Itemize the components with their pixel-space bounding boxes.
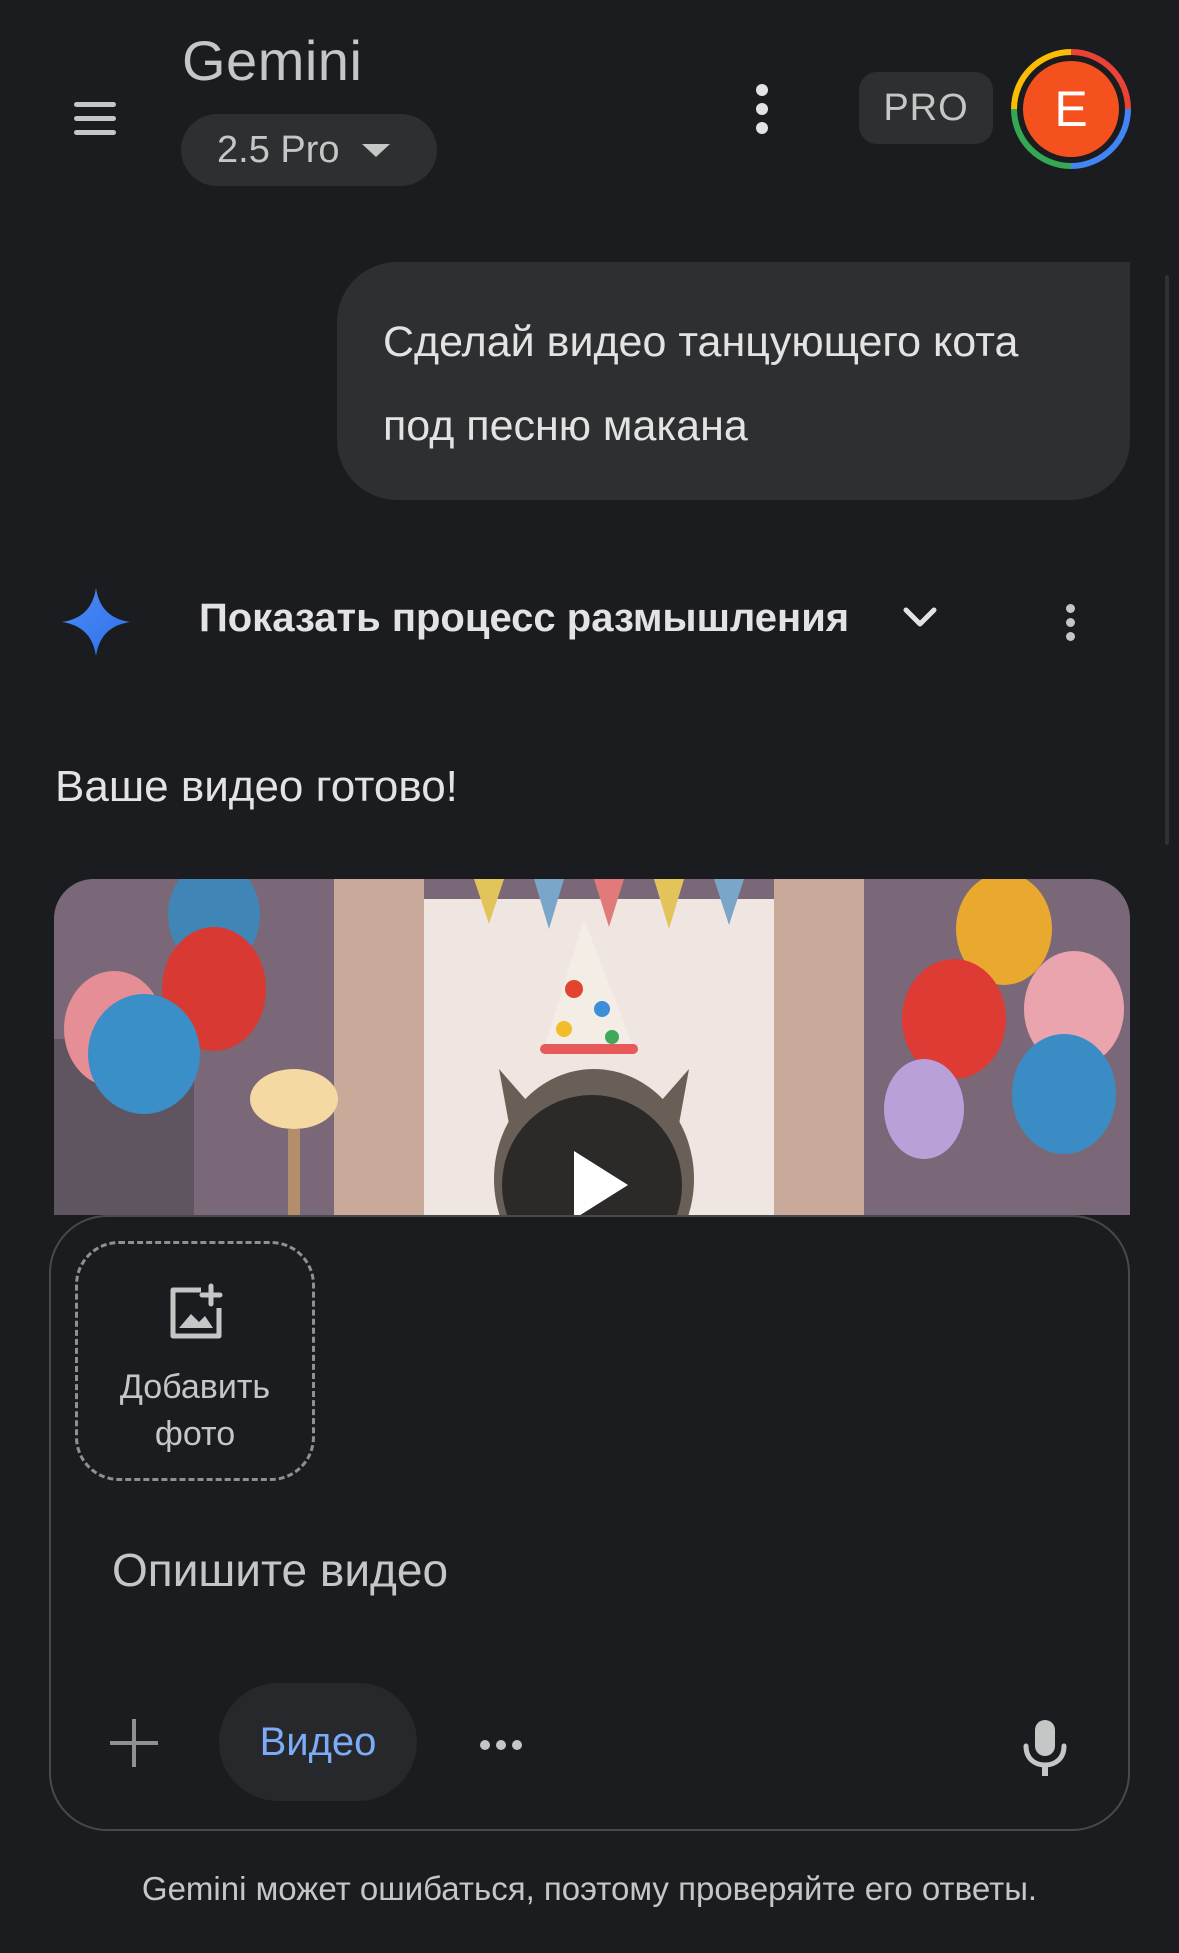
model-label: 2.5 Pro <box>217 128 340 171</box>
avatar-ring-gap: E <box>1017 55 1125 163</box>
video-thumbnail[interactable] <box>54 879 1130 1215</box>
pro-badge: PRO <box>859 72 993 144</box>
more-horiz-dot <box>512 1740 522 1750</box>
disclaimer-text: Gemini может ошибаться, поэтому проверяй… <box>141 1870 1038 1907</box>
microphone-icon[interactable] <box>1020 1718 1070 1778</box>
add-photo-icon <box>170 1283 223 1339</box>
response-options-button[interactable] <box>1058 600 1084 646</box>
prompt-input[interactable] <box>100 1530 1024 1610</box>
model-selector[interactable]: 2.5 Pro <box>181 114 437 186</box>
more-vert-icon <box>756 84 768 96</box>
account-button[interactable]: E <box>1011 49 1131 169</box>
scrollbar[interactable] <box>1165 275 1169 845</box>
caret-down-icon <box>361 143 390 157</box>
more-horiz-icon <box>480 1740 490 1750</box>
user-message: Сделай видео танцующего кота под песню м… <box>337 262 1130 500</box>
hamburger-line <box>74 116 116 121</box>
video-mode-chip[interactable]: Видео <box>219 1683 417 1801</box>
more-vert-dot <box>756 122 768 134</box>
hamburger-icon <box>74 102 116 107</box>
hamburger-line <box>74 130 116 135</box>
more-vert-dot <box>1066 632 1075 641</box>
more-options-button[interactable] <box>740 78 784 140</box>
avatar: E <box>1023 61 1119 157</box>
show-thinking-toggle[interactable]: Показать процесс размышления <box>199 596 849 641</box>
more-horiz-dot <box>496 1740 506 1750</box>
add-photo-label: Добавить фото <box>119 1368 271 1453</box>
plus-icon-bar <box>110 1741 158 1745</box>
more-vert-dot <box>1066 618 1075 627</box>
more-tools-button[interactable] <box>480 1730 526 1760</box>
more-vert-icon <box>1066 604 1075 613</box>
response-text: Ваше видео готово! <box>55 762 458 811</box>
gemini-spark-icon <box>62 588 130 656</box>
add-attachment-button[interactable] <box>108 1717 160 1769</box>
app-title: Gemini <box>182 29 363 92</box>
chevron-down-icon[interactable] <box>900 598 940 638</box>
add-photo-button[interactable]: Добавить фото <box>75 1241 315 1481</box>
more-vert-dot <box>756 103 768 115</box>
menu-button[interactable] <box>60 90 132 150</box>
